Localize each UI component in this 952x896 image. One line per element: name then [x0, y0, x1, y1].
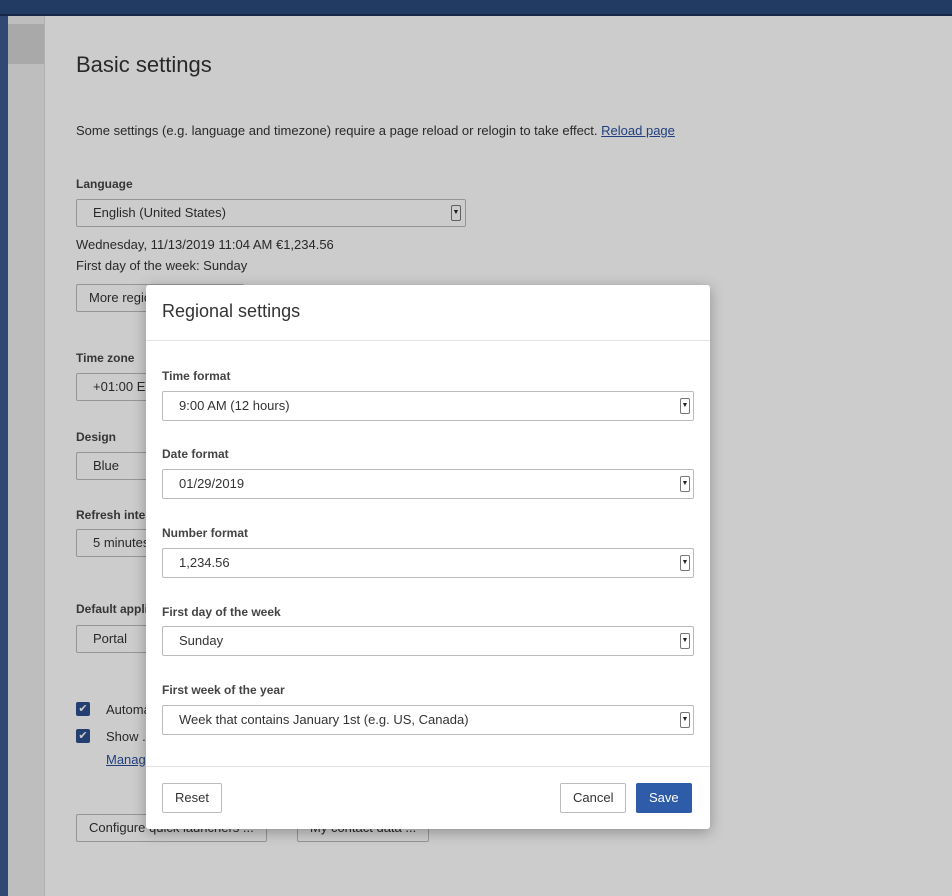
time-format-select[interactable]: 9:00 AM (12 hours) ▼	[162, 391, 694, 421]
first-week-select[interactable]: Week that contains January 1st (e.g. US,…	[162, 705, 694, 735]
first-week-value: Week that contains January 1st (e.g. US,…	[179, 712, 469, 727]
date-format-select[interactable]: 01/29/2019 ▼	[162, 469, 694, 499]
dropdown-arrow-icon: ▼	[680, 476, 690, 492]
dropdown-arrow-icon: ▼	[680, 633, 690, 649]
dropdown-arrow-icon: ▼	[680, 555, 690, 571]
first-week-label: First week of the year	[162, 683, 285, 697]
first-day-select[interactable]: Sunday ▼	[162, 626, 694, 656]
save-button[interactable]: Save	[636, 783, 692, 813]
number-format-label: Number format	[162, 526, 249, 540]
dialog-header-divider	[146, 340, 710, 341]
date-format-value: 01/29/2019	[179, 476, 245, 491]
dialog-footer-divider	[146, 766, 710, 767]
cancel-button[interactable]: Cancel	[560, 783, 627, 813]
reset-button[interactable]: Reset	[162, 783, 222, 813]
date-format-label: Date format	[162, 447, 229, 461]
dialog-title: Regional settings	[162, 301, 301, 321]
number-format-select[interactable]: 1,234.56 ▼	[162, 548, 694, 578]
dropdown-arrow-icon: ▼	[680, 398, 690, 414]
dropdown-arrow-icon: ▼	[680, 712, 690, 728]
number-format-value: 1,234.56	[179, 555, 230, 570]
time-format-label: Time format	[162, 369, 231, 383]
first-day-value: Sunday	[179, 633, 224, 648]
time-format-value: 9:00 AM (12 hours)	[179, 398, 290, 413]
regional-settings-dialog: Regional settings Time format 9:00 AM (1…	[146, 285, 710, 829]
first-day-label: First day of the week	[162, 605, 281, 619]
